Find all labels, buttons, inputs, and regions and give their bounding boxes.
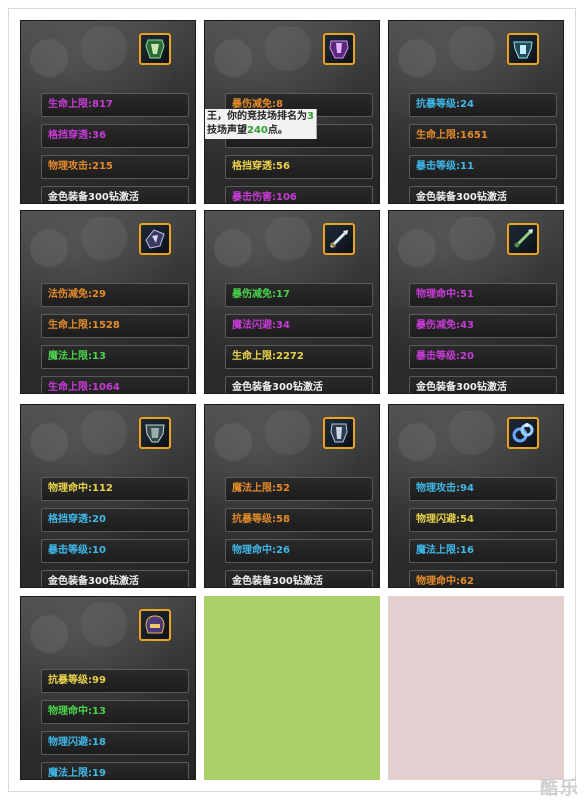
attribute-row: 法伤减免:29 bbox=[41, 283, 189, 307]
attribute-row: 物理闪避:54 bbox=[409, 508, 557, 532]
attribute-list: 物理命中:51 暴伤减免:43 暴击等级:20 金色装备300钻激活 bbox=[409, 283, 557, 393]
sword-icon[interactable] bbox=[323, 223, 355, 255]
arena-rank-tooltip: 王，你的竞技场排名为3 技场声望240点。 bbox=[205, 109, 317, 139]
attribute-row: 格挡穿透:36 bbox=[41, 124, 189, 148]
equipment-card: 魔法上限:52 抗暴等级:58 物理命中:26 金色装备300钻激活 bbox=[204, 404, 380, 588]
attribute-row: 生命上限:2272 bbox=[225, 345, 373, 369]
attribute-row: 魔法上限:19 bbox=[41, 762, 189, 779]
activation-row: 金色装备300钻激活 bbox=[409, 376, 557, 393]
attribute-row: 生命上限:1528 bbox=[41, 314, 189, 338]
equipment-card: 抗暴等级:24 生命上限:1651 暴击等级:11 金色装备300钻激活 bbox=[388, 20, 564, 204]
leg-armor-icon[interactable] bbox=[323, 417, 355, 449]
armor-green-icon[interactable] bbox=[139, 33, 171, 65]
attribute-list: 物理命中:112 格挡穿透:20 暴击等级:10 金色装备300钻激活 bbox=[41, 477, 189, 587]
arena-prestige-value: 240 bbox=[247, 125, 268, 136]
shoulder-icon[interactable] bbox=[139, 223, 171, 255]
watermark: 酷乐 bbox=[540, 778, 580, 799]
helmet-icon[interactable] bbox=[139, 609, 171, 641]
attribute-row: 暴伤减免:17 bbox=[225, 283, 373, 307]
armor-cyan-icon[interactable] bbox=[507, 33, 539, 65]
equipment-card: 法伤减免:29 生命上限:1528 魔法上限:13 生命上限:1064 bbox=[20, 210, 196, 394]
activation-row: 金色装备300钻激活 bbox=[409, 186, 557, 203]
attribute-row: 暴击等级:10 bbox=[41, 539, 189, 563]
tooltip-text: 点。 bbox=[267, 125, 288, 136]
equipment-card: 抗暴等级:99 物理命中:13 物理闪避:18 魔法上限:19 bbox=[20, 596, 196, 780]
attribute-row: 抗暴等级:24 bbox=[409, 93, 557, 117]
attribute-row: 暴击伤害:106 bbox=[225, 186, 373, 203]
tooltip-text: 技场声望 bbox=[207, 125, 247, 136]
attribute-list: 抗暴等级:24 生命上限:1651 暴击等级:11 金色装备300钻激活 bbox=[409, 93, 557, 203]
attribute-row: 物理命中:112 bbox=[41, 477, 189, 501]
attribute-list: 物理攻击:94 物理闪避:54 魔法上限:16 物理命中:62 bbox=[409, 477, 557, 587]
equipment-card: 物理命中:51 暴伤减免:43 暴击等级:20 金色装备300钻激活 bbox=[388, 210, 564, 394]
attribute-row: 生命上限:1651 bbox=[409, 124, 557, 148]
attribute-list: 生命上限:817 格挡穿透:36 物理攻击:215 金色装备300钻激活 bbox=[41, 93, 189, 203]
armor-purple-icon[interactable] bbox=[323, 33, 355, 65]
attribute-row: 物理命中:26 bbox=[225, 539, 373, 563]
attribute-row: 格挡穿透:20 bbox=[41, 508, 189, 532]
dagger-icon[interactable] bbox=[507, 223, 539, 255]
attribute-row: 魔法上限:52 bbox=[225, 477, 373, 501]
attribute-row: 暴伤减免:43 bbox=[409, 314, 557, 338]
attribute-row: 暴击等级:11 bbox=[409, 155, 557, 179]
activation-row: 金色装备300钻激活 bbox=[225, 570, 373, 587]
attribute-row: 物理命中:62 bbox=[409, 570, 557, 587]
attribute-list: 暴伤减免:17 魔法闪避:34 生命上限:2272 金色装备300钻激活 bbox=[225, 283, 373, 393]
attribute-row: 物理攻击:215 bbox=[41, 155, 189, 179]
attribute-row: 物理命中:51 bbox=[409, 283, 557, 307]
attribute-list: 魔法上限:52 抗暴等级:58 物理命中:26 金色装备300钻激活 bbox=[225, 477, 373, 587]
ring-icon[interactable] bbox=[507, 417, 539, 449]
tooltip-text: 王，你的竞技场排名为 bbox=[207, 111, 307, 122]
equipment-card: 物理攻击:94 物理闪避:54 魔法上限:16 物理命中:62 bbox=[388, 404, 564, 588]
equipment-card: 生命上限:817 格挡穿透:36 物理攻击:215 金色装备300钻激活 bbox=[20, 20, 196, 204]
attribute-row: 物理攻击:94 bbox=[409, 477, 557, 501]
attribute-row: 生命上限:817 bbox=[41, 93, 189, 117]
color-swatch bbox=[204, 596, 380, 780]
attribute-row: 物理命中:13 bbox=[41, 700, 189, 724]
attribute-row: 生命上限:1064 bbox=[41, 376, 189, 393]
attribute-list: 抗暴等级:99 物理命中:13 物理闪避:18 魔法上限:19 bbox=[41, 669, 189, 779]
attribute-row: 物理闪避:18 bbox=[41, 731, 189, 755]
arena-rank-value: 3 bbox=[307, 111, 314, 122]
equipment-card: 暴伤减免:17 魔法闪避:34 生命上限:2272 金色装备300钻激活 bbox=[204, 210, 380, 394]
activation-row: 金色装备300钻激活 bbox=[41, 186, 189, 203]
attribute-row: 格挡穿透:56 bbox=[225, 155, 373, 179]
attribute-row: 抗暴等级:58 bbox=[225, 508, 373, 532]
color-swatch bbox=[388, 596, 564, 780]
attribute-row: 魔法上限:16 bbox=[409, 539, 557, 563]
activation-row: 金色装备300钻激活 bbox=[41, 570, 189, 587]
attribute-row: 魔法上限:13 bbox=[41, 345, 189, 369]
attribute-row: 抗暴等级:99 bbox=[41, 669, 189, 693]
attribute-row: 魔法闪避:34 bbox=[225, 314, 373, 338]
chest-armor-icon[interactable] bbox=[139, 417, 171, 449]
equipment-card: 暴伤减免:8暴伤减免:86格挡穿透:56暴击伤害:106王，你的竞技场排名为3技… bbox=[204, 20, 380, 204]
attribute-row: 暴击等级:20 bbox=[409, 345, 557, 369]
activation-row: 金色装备300钻激活 bbox=[225, 376, 373, 393]
equipment-card: 物理命中:112 格挡穿透:20 暴击等级:10 金色装备300钻激活 bbox=[20, 404, 196, 588]
attribute-list: 法伤减免:29 生命上限:1528 魔法上限:13 生命上限:1064 bbox=[41, 283, 189, 393]
